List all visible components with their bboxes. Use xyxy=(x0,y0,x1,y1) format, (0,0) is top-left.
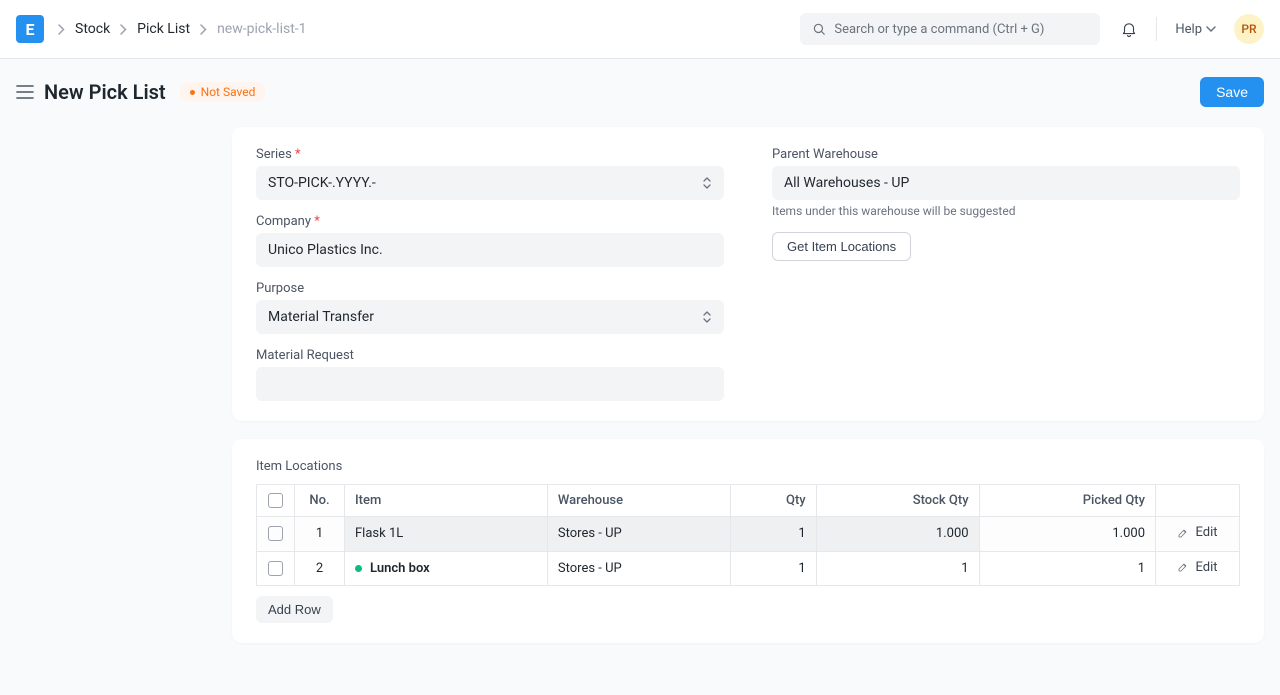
row-checkbox[interactable] xyxy=(268,526,283,541)
row-edit: Edit xyxy=(1156,517,1240,552)
table-row[interactable]: 2Lunch boxStores - UP111Edit xyxy=(257,551,1240,586)
row-no: 1 xyxy=(295,517,345,552)
help-label: Help xyxy=(1175,22,1202,37)
item-name: Lunch box xyxy=(370,561,430,576)
purpose-value: Material Transfer xyxy=(268,309,374,325)
bell-icon[interactable] xyxy=(1120,20,1138,38)
col-qty: Qty xyxy=(730,485,816,517)
select-arrows-icon xyxy=(702,310,712,324)
navbar: E Stock Pick List new-pick-list-1 Search… xyxy=(0,0,1280,59)
page-header: New Pick List Not Saved Save xyxy=(0,59,1280,127)
edit-button[interactable]: Edit xyxy=(1177,560,1217,575)
row-warehouse[interactable]: Stores - UP xyxy=(547,517,730,552)
row-checkbox[interactable] xyxy=(268,561,283,576)
item-name: Flask 1L xyxy=(355,526,403,541)
row-check xyxy=(257,517,295,552)
global-search[interactable]: Search or type a command (Ctrl + G) xyxy=(800,13,1100,45)
row-item[interactable]: Lunch box xyxy=(345,551,548,586)
row-qty[interactable]: 1 xyxy=(730,551,816,586)
help-menu[interactable]: Help xyxy=(1175,22,1216,37)
col-picked-qty: Picked Qty xyxy=(979,485,1155,517)
edit-button[interactable]: Edit xyxy=(1177,525,1217,540)
row-qty[interactable]: 1 xyxy=(730,517,816,552)
material-request-field: Material Request xyxy=(256,348,724,401)
table-row[interactable]: 1Flask 1LStores - UP11.0001.000Edit xyxy=(257,517,1240,552)
get-item-locations-button[interactable]: Get Item Locations xyxy=(772,232,911,261)
row-picked-qty[interactable]: 1.000 xyxy=(979,517,1155,552)
row-item[interactable]: Flask 1L xyxy=(345,517,548,552)
parent-warehouse-field: Parent Warehouse All Warehouses - UP Ite… xyxy=(772,147,1240,218)
parent-warehouse-value: All Warehouses - UP xyxy=(784,175,909,191)
col-no: No. xyxy=(295,485,345,517)
col-item: Item xyxy=(345,485,548,517)
row-stock-qty: 1 xyxy=(816,551,979,586)
purpose-field: Purpose Material Transfer xyxy=(256,281,724,334)
avatar[interactable]: PR xyxy=(1234,14,1264,44)
breadcrumb: Stock Pick List new-pick-list-1 xyxy=(58,21,307,37)
status-badge: Not Saved xyxy=(180,82,266,102)
chevron-right-icon xyxy=(200,24,207,35)
add-row-button[interactable]: Add Row xyxy=(256,596,333,623)
purpose-label: Purpose xyxy=(256,281,724,296)
hamburger-icon[interactable] xyxy=(16,85,34,99)
series-label: Series xyxy=(256,147,292,162)
parent-warehouse-help: Items under this warehouse will be sugge… xyxy=(772,204,1240,218)
form-card: Series * STO-PICK-.YYYY.- Company * Unic… xyxy=(232,127,1264,421)
row-picked-qty[interactable]: 1 xyxy=(979,551,1155,586)
required-indicator: * xyxy=(295,147,301,162)
parent-warehouse-label: Parent Warehouse xyxy=(772,147,1240,162)
series-value: STO-PICK-.YYYY.- xyxy=(268,175,376,191)
row-edit: Edit xyxy=(1156,551,1240,586)
chevron-right-icon xyxy=(58,24,65,35)
nav-divider xyxy=(1156,17,1157,41)
company-input[interactable]: Unico Plastics Inc. xyxy=(256,233,724,267)
company-value: Unico Plastics Inc. xyxy=(268,242,383,258)
row-warehouse[interactable]: Stores - UP xyxy=(547,551,730,586)
page-title: New Pick List xyxy=(44,80,166,104)
breadcrumb-stock[interactable]: Stock xyxy=(75,21,110,37)
app-logo[interactable]: E xyxy=(16,15,44,43)
purpose-select[interactable]: Material Transfer xyxy=(256,300,724,334)
save-button[interactable]: Save xyxy=(1200,77,1264,107)
chevron-right-icon xyxy=(120,24,127,35)
col-check xyxy=(257,485,295,517)
series-field: Series * STO-PICK-.YYYY.- xyxy=(256,147,724,200)
company-field: Company * Unico Plastics Inc. xyxy=(256,214,724,267)
row-check xyxy=(257,551,295,586)
item-locations-table: No. Item Warehouse Qty Stock Qty Picked … xyxy=(256,484,1240,586)
material-request-label: Material Request xyxy=(256,348,724,363)
row-stock-qty: 1.000 xyxy=(816,517,979,552)
item-locations-title: Item Locations xyxy=(256,459,1240,474)
status-dot-icon xyxy=(355,565,362,572)
required-indicator: * xyxy=(314,214,320,229)
chevron-down-icon xyxy=(1206,26,1216,32)
col-warehouse: Warehouse xyxy=(547,485,730,517)
parent-warehouse-input[interactable]: All Warehouses - UP xyxy=(772,166,1240,200)
material-request-input[interactable] xyxy=(256,367,724,401)
breadcrumb-pick-list[interactable]: Pick List xyxy=(137,21,190,37)
nav-right: Help PR xyxy=(1120,14,1264,44)
page-area: New Pick List Not Saved Save Series * ST… xyxy=(0,59,1280,695)
col-edit xyxy=(1156,485,1240,517)
col-stock-qty: Stock Qty xyxy=(816,485,979,517)
row-no: 2 xyxy=(295,551,345,586)
select-arrows-icon xyxy=(702,176,712,190)
search-icon xyxy=(812,22,826,36)
company-label: Company xyxy=(256,214,311,229)
item-locations-card: Item Locations No. Item Warehouse Qty St… xyxy=(232,439,1264,643)
breadcrumb-current: new-pick-list-1 xyxy=(217,21,306,37)
select-all-checkbox[interactable] xyxy=(268,493,283,508)
search-placeholder: Search or type a command (Ctrl + G) xyxy=(834,22,1044,37)
series-select[interactable]: STO-PICK-.YYYY.- xyxy=(256,166,724,200)
